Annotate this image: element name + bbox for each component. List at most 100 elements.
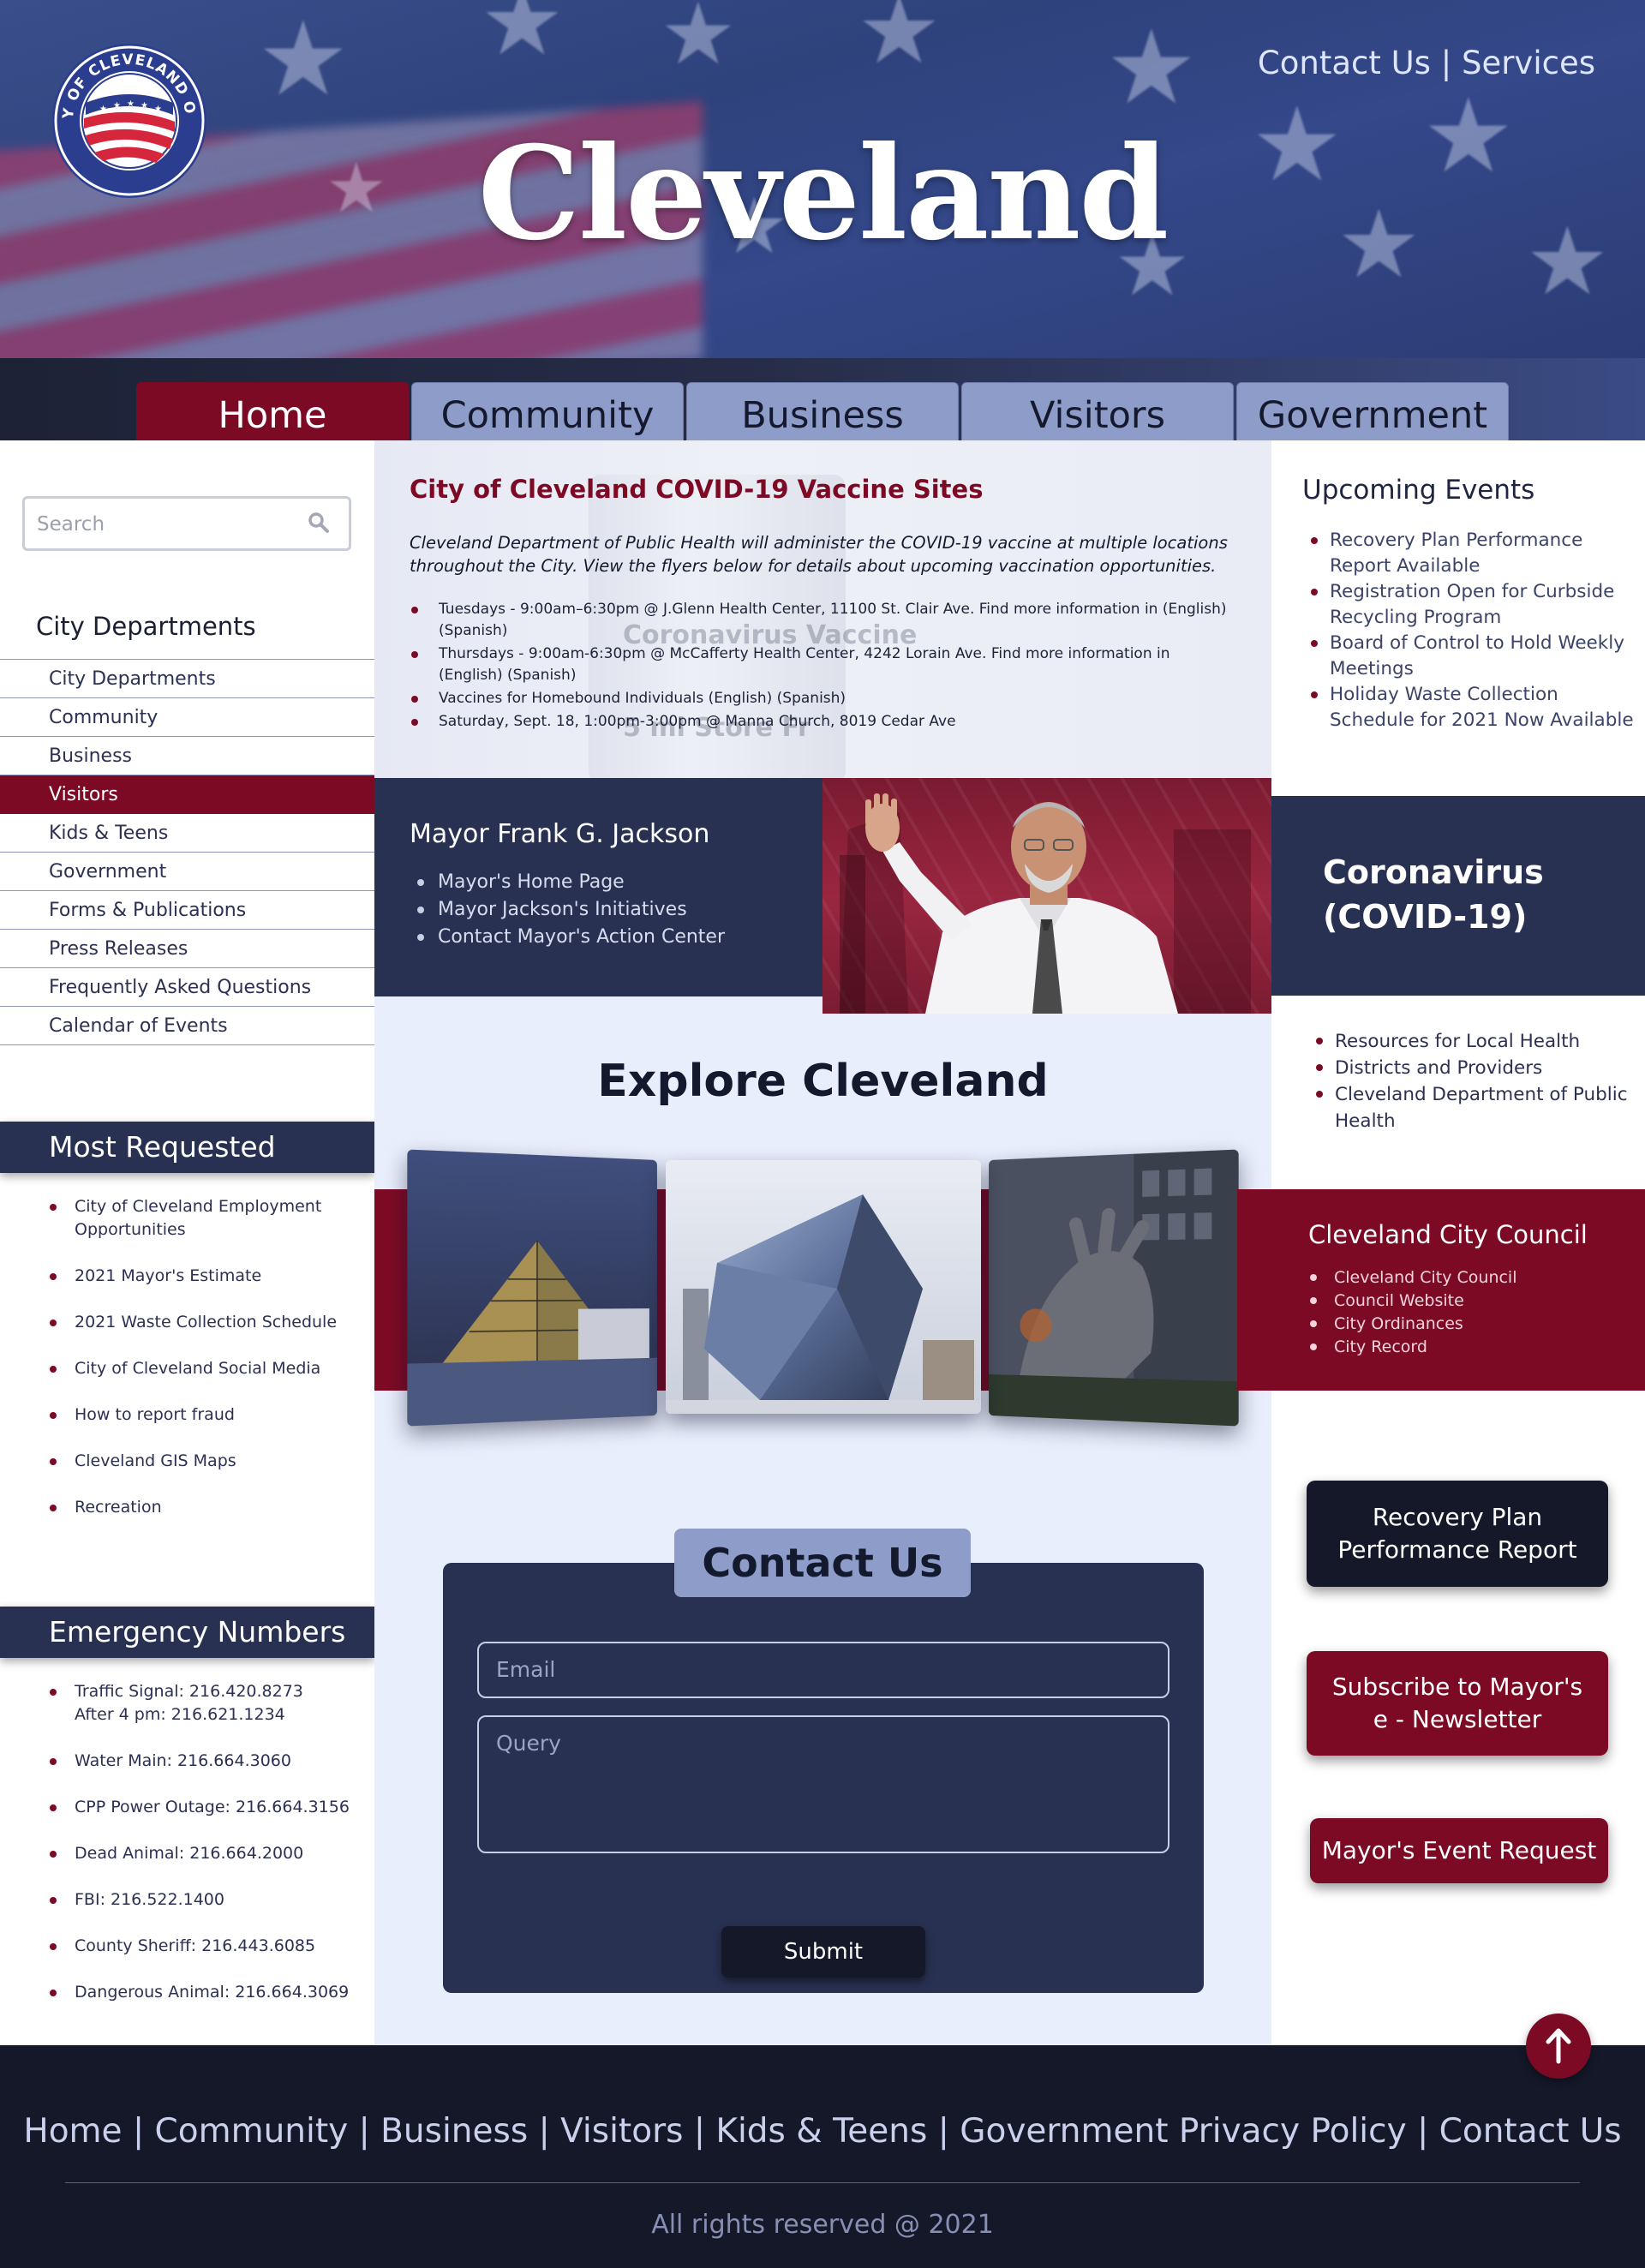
- newsletter-label: Subscribe to Mayor's e - Newsletter: [1331, 1673, 1583, 1733]
- flag-star-icon: ★: [480, 0, 565, 76]
- copyright: All rights reserved @ 2021: [651, 2210, 994, 2240]
- emergency-item[interactable]: CPP Power Outage: 216.664.3156: [50, 1796, 367, 1819]
- back-to-top-button[interactable]: [1526, 2014, 1591, 2079]
- flag-star-icon: ★: [1105, 9, 1198, 128]
- mayor-figure: [840, 793, 1251, 1014]
- council-title: Cleveland City Council: [1308, 1220, 1588, 1249]
- svg-text:★: ★: [127, 99, 135, 109]
- nav-tab-community[interactable]: Community: [411, 382, 684, 440]
- vaccine-sites-list: Tuesdays - 9:00am–6:30pm @ J.Glenn Healt…: [410, 599, 1232, 734]
- event-item[interactable]: Recovery Plan Performance Report Availab…: [1311, 528, 1636, 579]
- council-links: Cleveland City Council Council Website C…: [1308, 1266, 1517, 1359]
- footer-link-community[interactable]: Community: [155, 2112, 349, 2151]
- mayor-link-action-center[interactable]: Contact Mayor's Action Center: [417, 924, 725, 951]
- event-item[interactable]: Board of Control to Hold Weekly Meetings: [1311, 631, 1636, 682]
- footer-separator: |: [132, 2112, 145, 2151]
- emergency-item[interactable]: Traffic Signal: 216.420.8273 After 4 pm: …: [50, 1680, 367, 1726]
- covid-link[interactable]: Cleveland Department of Public Health: [1316, 1081, 1633, 1134]
- departments-heading: City Departments: [36, 612, 256, 641]
- footer-separator: |: [538, 2112, 550, 2151]
- emergency-item[interactable]: FBI: 216.522.1400: [50, 1888, 367, 1912]
- vaccine-title: City of Cleveland COVID-19 Vaccine Sites: [410, 475, 984, 504]
- emergency-numbers-list: Traffic Signal: 216.420.8273 After 4 pm: …: [50, 1680, 367, 2027]
- sidebar-item-kids-teens[interactable]: Kids & Teens: [0, 814, 374, 853]
- query-field[interactable]: [477, 1715, 1169, 1853]
- council-link[interactable]: Cleveland City Council: [1308, 1266, 1517, 1290]
- flag-star-icon: ★: [257, 0, 350, 119]
- nav-tab-home[interactable]: Home: [136, 382, 409, 440]
- sidebar-item-press-releases[interactable]: Press Releases: [0, 930, 374, 968]
- explore-card-sculpture[interactable]: [989, 1149, 1239, 1427]
- most-requested-item[interactable]: City of Cleveland Employment Opportuniti…: [50, 1195, 367, 1242]
- sidebar-item-business[interactable]: Business: [0, 737, 374, 775]
- emergency-item[interactable]: Dead Animal: 216.664.2000: [50, 1842, 367, 1865]
- vaccine-intro: Cleveland Department of Public Health wi…: [410, 533, 1228, 576]
- emergency-item[interactable]: Water Main: 216.664.3060: [50, 1750, 367, 1773]
- covid-link[interactable]: Resources for Local Health: [1316, 1028, 1633, 1055]
- event-request-button[interactable]: Mayor's Event Request: [1310, 1818, 1608, 1883]
- footer-link-government-privacy[interactable]: Government Privacy Policy: [960, 2112, 1406, 2151]
- most-requested-item[interactable]: Cleveland GIS Maps: [50, 1450, 367, 1473]
- footer-links: Home | Community | Business | Visitors |…: [0, 2112, 1645, 2151]
- footer-separator: |: [1417, 2112, 1429, 2151]
- mayor-name: Mayor Frank G. Jackson: [410, 819, 710, 849]
- nav-tab-business[interactable]: Business: [686, 382, 959, 440]
- sidebar-item-city-departments[interactable]: City Departments: [0, 660, 374, 698]
- sidebar-item-community[interactable]: Community: [0, 698, 374, 737]
- main-nav: Home Community Business Visitors Governm…: [0, 358, 1645, 440]
- site-title: Cleveland: [477, 118, 1169, 269]
- vaccine-site-item[interactable]: Thursdays - 9:00am-6:30pm @ McCafferty H…: [410, 643, 1232, 686]
- top-link-contact[interactable]: Contact Us: [1258, 45, 1431, 81]
- sidebar-item-faq[interactable]: Frequently Asked Questions: [0, 968, 374, 1007]
- svg-text:★: ★: [154, 105, 162, 114]
- council-link[interactable]: City Record: [1308, 1336, 1517, 1359]
- explore-card-glass-building[interactable]: [666, 1160, 981, 1414]
- event-item[interactable]: Holiday Waste Collection Schedule for 20…: [1311, 682, 1636, 733]
- footer-separator: |: [693, 2112, 705, 2151]
- emergency-item[interactable]: County Sheriff: 216.443.6085: [50, 1935, 367, 1958]
- vaccine-site-item[interactable]: Vaccines for Homebound Individuals (Engl…: [410, 688, 1232, 709]
- council-link[interactable]: Council Website: [1308, 1290, 1517, 1313]
- nav-tab-government[interactable]: Government: [1236, 382, 1509, 440]
- footer-link-kids-teens[interactable]: Kids & Teens: [715, 2112, 927, 2151]
- departments-list: City Departments Community Business Visi…: [0, 659, 374, 1045]
- most-requested-item[interactable]: How to report fraud: [50, 1403, 367, 1427]
- email-field[interactable]: [477, 1642, 1169, 1698]
- event-item[interactable]: Registration Open for Curbside Recycling…: [1311, 579, 1636, 631]
- footer-link-contact[interactable]: Contact Us: [1439, 2112, 1622, 2151]
- emergency-item[interactable]: Dangerous Animal: 216.664.3069: [50, 1981, 367, 2004]
- most-requested-item[interactable]: 2021 Waste Collection Schedule: [50, 1311, 367, 1334]
- search-input[interactable]: [37, 511, 294, 538]
- recovery-plan-button[interactable]: Recovery Plan Performance Report: [1307, 1481, 1608, 1587]
- explore-card-pyramid[interactable]: [407, 1149, 657, 1427]
- contact-title: Contact Us: [674, 1529, 971, 1597]
- sidebar-item-visitors[interactable]: Visitors: [0, 775, 374, 814]
- sidebar-item-forms-publications[interactable]: Forms & Publications: [0, 891, 374, 930]
- footer-link-home[interactable]: Home: [23, 2112, 122, 2151]
- newsletter-button[interactable]: Subscribe to Mayor's e - Newsletter: [1307, 1651, 1608, 1756]
- vaccine-site-item[interactable]: Tuesdays - 9:00am–6:30pm @ J.Glenn Healt…: [410, 599, 1232, 642]
- sidebar-item-government[interactable]: Government: [0, 853, 374, 891]
- most-requested-item[interactable]: City of Cleveland Social Media: [50, 1357, 367, 1380]
- upcoming-events-list: Recovery Plan Performance Report Availab…: [1311, 528, 1636, 733]
- footer-link-visitors[interactable]: Visitors: [560, 2112, 683, 2151]
- search-icon[interactable]: [308, 512, 330, 534]
- most-requested-item[interactable]: Recreation: [50, 1496, 367, 1519]
- sidebar-item-calendar[interactable]: Calendar of Events: [0, 1007, 374, 1045]
- covid-link[interactable]: Districts and Providers: [1316, 1055, 1633, 1081]
- hero-banner: ★ ★ ★ ★ ★ ★ ★ ★ ★ ★ ★ ★ ★★★★★ CITY OF CL…: [0, 0, 1645, 358]
- mayor-link-home[interactable]: Mayor's Home Page: [417, 869, 725, 896]
- sculpture-image: [989, 1149, 1239, 1427]
- vaccine-site-item[interactable]: Saturday, Sept. 18, 1:00pm-3:00pm @ Mann…: [410, 711, 1232, 733]
- footer-link-business[interactable]: Business: [380, 2112, 528, 2151]
- recovery-plan-label: Recovery Plan Performance Report: [1337, 1503, 1577, 1564]
- top-link-services[interactable]: Services: [1462, 45, 1595, 81]
- submit-button[interactable]: Submit: [721, 1926, 925, 1978]
- vaccine-section: Coronavirus Vaccine 5 ml Store Fr City of…: [374, 440, 1271, 778]
- covid-links: Resources for Local Health Districts and…: [1316, 1028, 1633, 1134]
- nav-tab-visitors[interactable]: Visitors: [961, 382, 1234, 440]
- mayor-link-initiatives[interactable]: Mayor Jackson's Initiatives: [417, 896, 725, 924]
- flag-star-icon: ★: [857, 0, 942, 85]
- council-link[interactable]: City Ordinances: [1308, 1313, 1517, 1336]
- most-requested-item[interactable]: 2021 Mayor's Estimate: [50, 1265, 367, 1288]
